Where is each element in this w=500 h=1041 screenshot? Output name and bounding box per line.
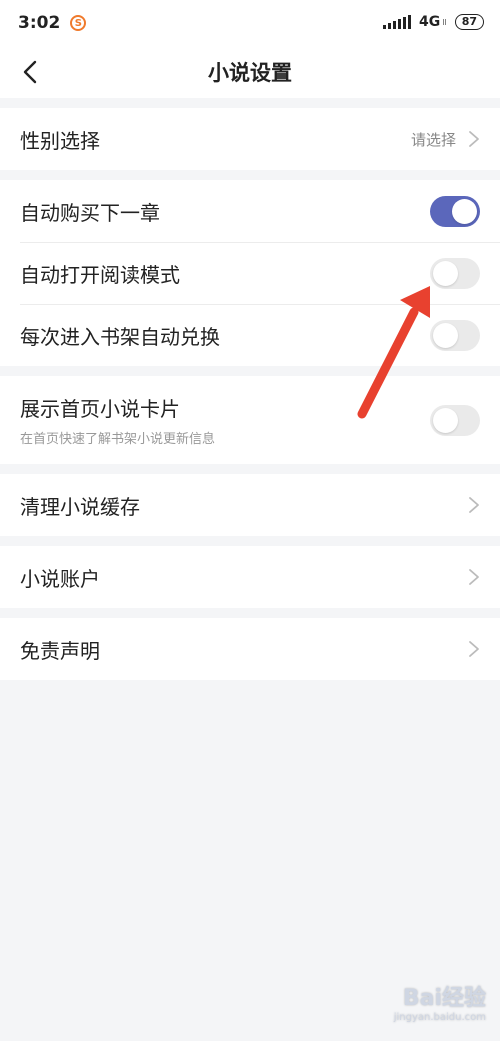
group-disclaimer: 免责声明 [0, 618, 500, 680]
reading-mode-toggle[interactable] [430, 257, 480, 289]
status-time: 3:02 [18, 13, 61, 33]
watermark-sub: jingyan.baidu.com [393, 1012, 486, 1023]
group-gender: 性别选择 请选择 [0, 108, 500, 170]
app-notification-icon: S [70, 15, 87, 31]
disclaimer-label: 免责声明 [20, 638, 100, 663]
gender-right: 请选择 [411, 129, 480, 150]
home-card-sub: 在首页快速了解书架小说更新信息 [20, 432, 216, 447]
auto-buy-row: 自动购买下一章 [0, 180, 500, 242]
group-cache: 清理小说缓存 [0, 474, 500, 536]
shelf-redeem-label: 每次进入书架自动兑换 [20, 324, 220, 349]
gender-label: 性别选择 [20, 128, 100, 153]
home-card-text: 展示首页小说卡片 在首页快速了解书架小说更新信息 [20, 393, 215, 447]
disclaimer-row[interactable]: 免责声明 [0, 618, 500, 680]
clear-cache-row[interactable]: 清理小说缓存 [0, 474, 500, 536]
toggle-knob [433, 407, 458, 433]
network-type: 4G [419, 14, 441, 30]
auto-buy-label: 自动购买下一章 [20, 200, 160, 225]
group-account: 小说账户 [0, 546, 500, 608]
watermark-main: Bai经验 [402, 986, 486, 1011]
toggle-knob [433, 322, 458, 348]
status-bar: 3:02 S 4G ll 87 [0, 0, 500, 46]
home-card-toggle[interactable] [430, 404, 480, 436]
reading-mode-label: 自动打开阅读模式 [20, 262, 180, 287]
group-card: 展示首页小说卡片 在首页快速了解书架小说更新信息 [0, 376, 500, 464]
status-right: 4G ll 87 [383, 14, 484, 30]
toggle-knob [452, 198, 477, 224]
account-row[interactable]: 小说账户 [0, 546, 500, 608]
chevron-right-icon [469, 131, 479, 147]
chevron-right-icon [469, 641, 479, 657]
chevron-right-icon [469, 497, 479, 513]
chevron-left-icon[interactable] [20, 60, 42, 84]
page-title: 小说设置 [208, 61, 292, 85]
clear-cache-label: 清理小说缓存 [20, 494, 140, 519]
nav-bar: 小说设置 [0, 46, 500, 98]
shelf-redeem-row: 每次进入书架自动兑换 [0, 304, 500, 366]
home-card-row: 展示首页小说卡片 在首页快速了解书架小说更新信息 [0, 376, 500, 464]
auto-buy-toggle[interactable] [430, 195, 480, 227]
signal-icon [383, 15, 413, 29]
gender-select-row[interactable]: 性别选择 请选择 [0, 108, 500, 170]
toggle-knob [433, 260, 458, 286]
battery-icon: 87 [454, 14, 484, 30]
group-auto: 自动购买下一章 自动打开阅读模式 每次进入书架自动兑换 [0, 180, 500, 366]
reading-mode-row: 自动打开阅读模式 [0, 242, 500, 304]
network-sub: ll [442, 17, 447, 27]
gender-value: 请选择 [410, 130, 456, 149]
shelf-redeem-toggle[interactable] [430, 319, 480, 351]
home-card-label: 展示首页小说卡片 [20, 397, 180, 421]
watermark: Bai经验 jingyan.baidu.com [394, 980, 486, 1023]
account-label: 小说账户 [20, 566, 100, 591]
chevron-right-icon [469, 569, 479, 585]
